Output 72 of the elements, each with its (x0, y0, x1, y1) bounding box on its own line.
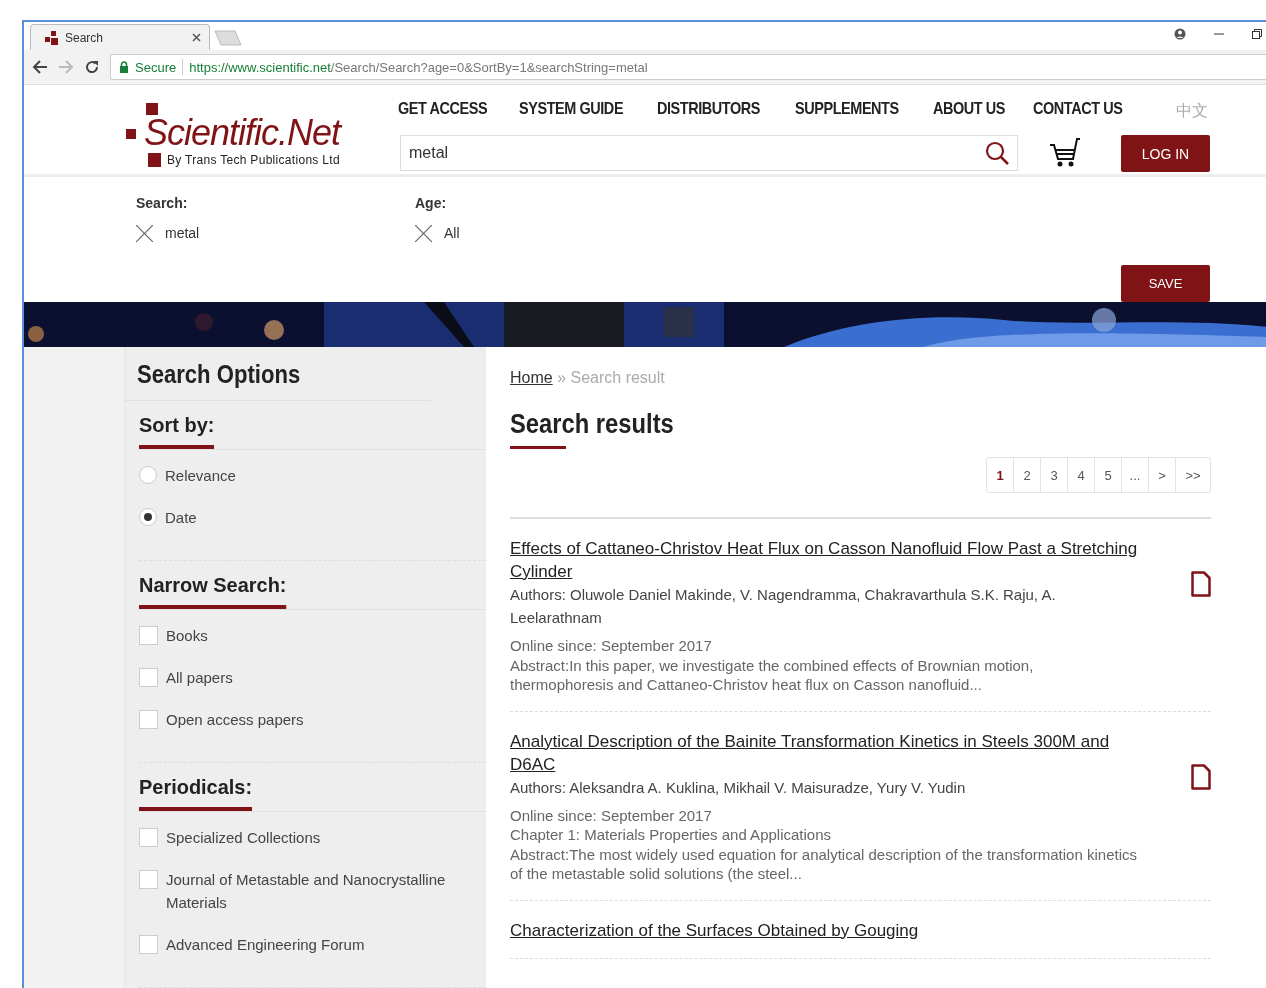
nav-link[interactable]: SUPPLEMENTS (794, 99, 899, 119)
remove-icon[interactable] (415, 224, 432, 242)
logo-tagline: By Trans Tech Publications Ltd (167, 153, 340, 167)
breadcrumb-link[interactable]: Home (510, 369, 553, 386)
radio-button[interactable] (139, 466, 157, 484)
logo-text[interactable]: Scientific.Net (144, 115, 341, 151)
page-title: Search results (510, 409, 674, 440)
checkbox[interactable] (139, 828, 158, 847)
restore-icon[interactable] (1252, 29, 1262, 39)
close-icon[interactable] (192, 33, 201, 42)
search-icon[interactable] (985, 141, 1009, 165)
page-link[interactable]: >> (1176, 457, 1211, 493)
option-label: Books (166, 626, 209, 646)
option-label: Advanced Engineering Forum (166, 935, 366, 955)
back-icon[interactable] (32, 59, 48, 75)
page-link[interactable]: > (1149, 457, 1176, 493)
filter-value: metal (165, 225, 200, 242)
sidebar-title: Search Options (125, 347, 432, 401)
result-title-link[interactable]: Analytical Description of the Bainite Transformation Kinetics in Steels 300M and D6AC (510, 729, 1140, 776)
result-detail: Abstract:The most widely used equation for analytical description of the transformation kinetics of the metastable solid solutions (the steel... (510, 844, 1138, 884)
login-button[interactable]: LOG IN (1121, 135, 1210, 172)
online-since: Online since: September 2017 (510, 805, 713, 825)
filter-value: All (444, 225, 460, 242)
address-bar[interactable]: Secure https://www.scientific.net/Search/Search?age=0&SortBy=1&searchString=metal (110, 54, 1266, 80)
result-authors: Authors: Oluwole Daniel Makinde, V. Nagendramma, Chakravarthula S.K. Raju, A. Leelarathnam (510, 585, 1057, 628)
filter-label: Search: (136, 194, 189, 211)
option-label: Journal of Metastable and Nanocrystalline Materials (166, 870, 447, 913)
page-link[interactable]: ... (1122, 457, 1149, 493)
document-icon[interactable] (1191, 763, 1211, 790)
filter-label: Age: (415, 194, 448, 211)
option-label: Relevance (165, 466, 237, 486)
checkbox[interactable] (139, 870, 158, 889)
option-label: Specialized Collections (166, 828, 322, 848)
profile-icon[interactable] (1174, 28, 1186, 40)
breadcrumb-current: Search result (570, 369, 665, 386)
checkbox[interactable] (139, 626, 158, 645)
result-authors: Authors: Aleksandra A. Kuklina, Mikhail V. Maisuradze, Yury V. Yudin (510, 777, 967, 798)
nav-link[interactable]: DISTRIBUTORS (657, 99, 761, 119)
logo-icon (45, 30, 59, 45)
document-icon[interactable] (1191, 571, 1211, 597)
option-label: All papers (166, 668, 234, 688)
option-label: Open access papers (166, 710, 305, 730)
section-heading: Sort by: (139, 401, 215, 449)
section-heading: Periodicals: (139, 763, 253, 811)
remove-icon[interactable] (136, 224, 153, 242)
browser-tab[interactable]: Search (30, 24, 210, 50)
page-link[interactable]: 4 (1068, 457, 1095, 493)
save-button[interactable]: SAVE (1121, 264, 1210, 302)
page-link[interactable]: 3 (1041, 457, 1068, 493)
radio-button[interactable] (139, 508, 157, 526)
online-since: Online since: September 2017 (510, 636, 713, 656)
nav-link[interactable]: GET ACCESS (398, 99, 488, 119)
checkbox[interactable] (139, 710, 158, 729)
breadcrumb-separator: » (557, 369, 567, 386)
nav-link[interactable]: SYSTEM GUIDE (518, 99, 623, 119)
nav-link[interactable]: CONTACT US (1033, 99, 1123, 119)
lock-icon (119, 61, 129, 73)
result-title-link[interactable]: Effects of Cattaneo-Christov Heat Flux on Casson Nanofluid Flow Past a Stretching Cylinder (510, 537, 1140, 583)
result-detail: Abstract:In this paper, we investigate the combined effects of Brownian motion, thermophoresis and Cattaneo-Christov heat flux on Casson nanofluid... (510, 655, 1035, 695)
option-label: Date (165, 508, 198, 528)
page-link[interactable]: 5 (1095, 457, 1122, 493)
page-link[interactable]: 2 (1014, 457, 1041, 493)
reload-icon[interactable] (84, 59, 100, 75)
nav-link[interactable]: ABOUT US (932, 99, 1005, 119)
cart-icon[interactable] (1049, 137, 1081, 169)
page-link[interactable]: 1 (986, 457, 1014, 493)
checkbox[interactable] (139, 668, 158, 687)
checkbox[interactable] (139, 935, 158, 954)
result-title-link[interactable]: Characterization of the Surfaces Obtained by Gouging (510, 918, 1140, 942)
result-detail: Chapter 1: Materials Properties and Applications (510, 825, 832, 845)
section-heading: Narrow Search: (139, 561, 287, 609)
search-field[interactable]: metal (400, 135, 1018, 171)
